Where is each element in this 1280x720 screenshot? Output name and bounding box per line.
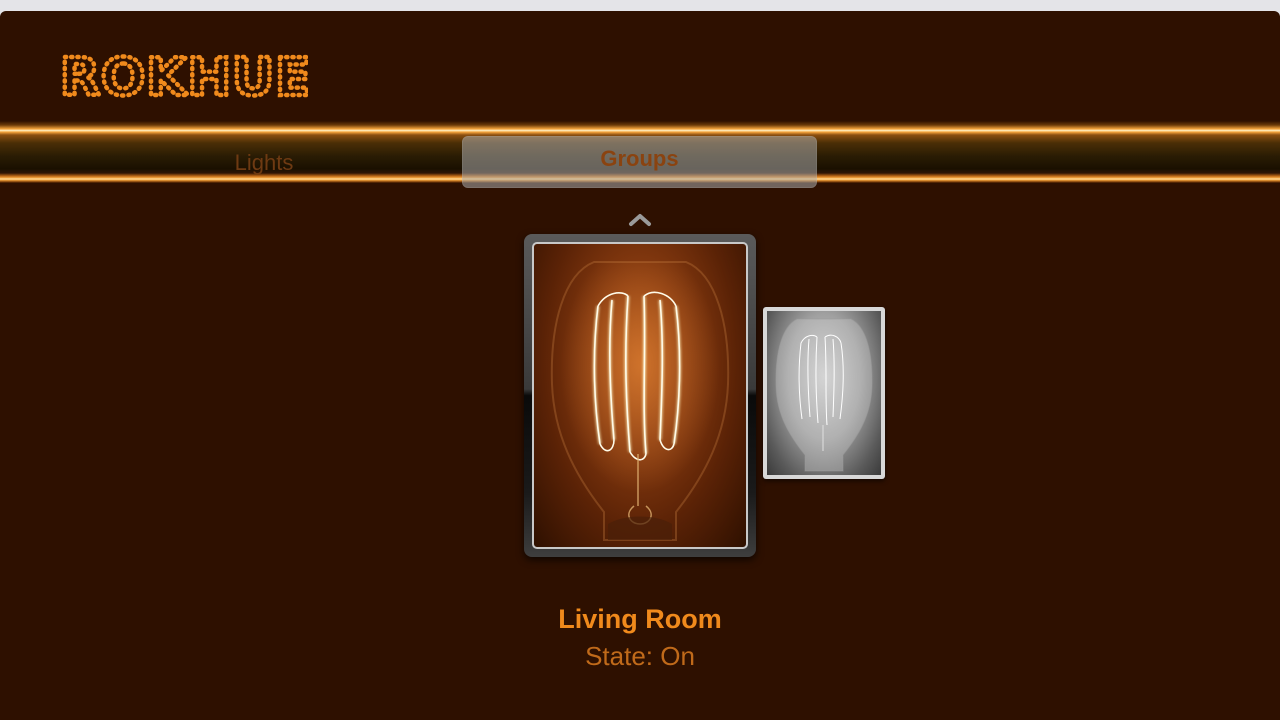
tab-groups-label: Groups [600, 146, 679, 171]
tab-lights[interactable]: Lights [134, 137, 394, 189]
edison-bulb-gray-icon [775, 318, 873, 472]
group-card-next[interactable] [763, 307, 885, 479]
chevron-up-icon[interactable] [627, 210, 653, 228]
logo-text: ROKHUE [60, 48, 308, 99]
tab-lights-label: Lights [234, 150, 294, 175]
state-value: On [660, 641, 695, 671]
group-card-living-room[interactable] [524, 234, 756, 557]
state-label: State: [585, 641, 661, 671]
group-state: State: On [0, 641, 1280, 672]
rokhue-logo: ROKHUE [58, 47, 308, 99]
edison-bulb-icon [550, 261, 730, 541]
app-screen: ROKHUE Lights Groups Living Room State: … [0, 11, 1280, 720]
group-name: Living Room [558, 604, 722, 634]
tab-groups[interactable]: Groups [462, 136, 817, 188]
bulb-image [532, 242, 748, 549]
bulb-image-grayscale [767, 311, 881, 475]
tab-bar: Lights Groups [0, 121, 1280, 188]
